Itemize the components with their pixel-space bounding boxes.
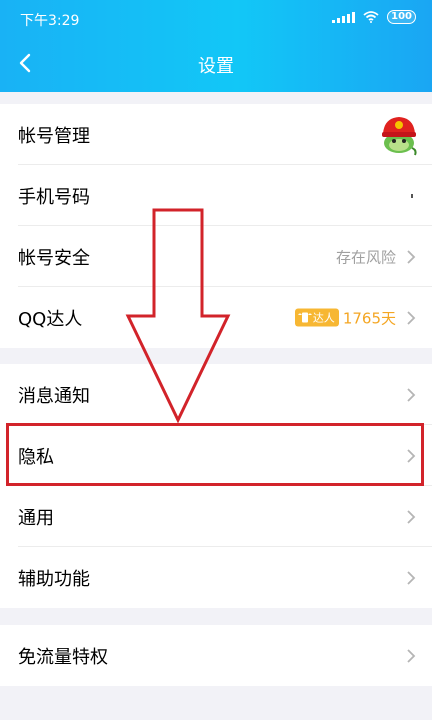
chevron-right-icon	[407, 570, 416, 585]
chevron-right-icon	[407, 509, 416, 524]
daren-info: 达人 1765天	[294, 307, 396, 328]
settings-group-general: 消息通知 隐私 通用 辅助功能	[0, 364, 432, 608]
row-label: 手机号码	[18, 186, 90, 208]
chevron-right-icon	[407, 249, 416, 264]
daren-badge: 达人	[294, 308, 339, 327]
row-label: 辅助功能	[18, 568, 90, 590]
avatar-icon	[382, 116, 417, 155]
settings-row-notifications[interactable]: 消息通知	[0, 364, 432, 425]
phone-wings-icon	[297, 312, 312, 323]
title-bar: 下午3:29 100 设置	[0, 0, 432, 92]
row-label: 帐号安全	[18, 247, 90, 269]
row-label: 免流量特权	[18, 646, 108, 668]
security-status: 存在风险	[335, 248, 396, 266]
settings-group-data: 免流量特权	[0, 625, 432, 686]
signal-icon	[332, 11, 356, 23]
settings-row-free-data[interactable]: 免流量特权	[0, 625, 432, 686]
daren-days: 1765天	[342, 309, 396, 327]
settings-row-general[interactable]: 通用	[0, 486, 432, 547]
chevron-right-icon	[407, 310, 416, 325]
status-bar: 下午3:29 100	[20, 8, 416, 30]
row-label: 消息通知	[18, 385, 90, 407]
status-time: 下午3:29	[20, 13, 80, 29]
daren-badge-text: 达人	[312, 311, 335, 325]
settings-row-account-security[interactable]: 帐号安全 存在风险	[0, 226, 432, 287]
row-label: QQ达人	[18, 308, 83, 330]
page-title: 设置	[198, 56, 234, 77]
settings-row-qq-daren[interactable]: QQ达人 达人 1765天	[0, 287, 432, 348]
row-label: 帐号管理	[18, 125, 90, 147]
settings-group-account: 帐号管理 手机号码 帐号安全 存在风险 QQ达人 达人 1765天	[0, 104, 432, 348]
status-icons: 100	[332, 10, 416, 24]
settings-row-account-management[interactable]: 帐号管理	[0, 104, 432, 165]
settings-row-accessibility[interactable]: 辅助功能	[0, 547, 432, 608]
chevron-right-icon	[407, 387, 416, 402]
phone-dot	[411, 193, 413, 198]
wifi-icon	[363, 11, 379, 23]
chevron-right-icon	[407, 648, 416, 663]
privacy-highlight-box	[6, 423, 424, 486]
row-label: 通用	[18, 507, 54, 529]
battery-indicator: 100	[387, 10, 416, 24]
settings-row-phone-number[interactable]: 手机号码	[0, 165, 432, 226]
